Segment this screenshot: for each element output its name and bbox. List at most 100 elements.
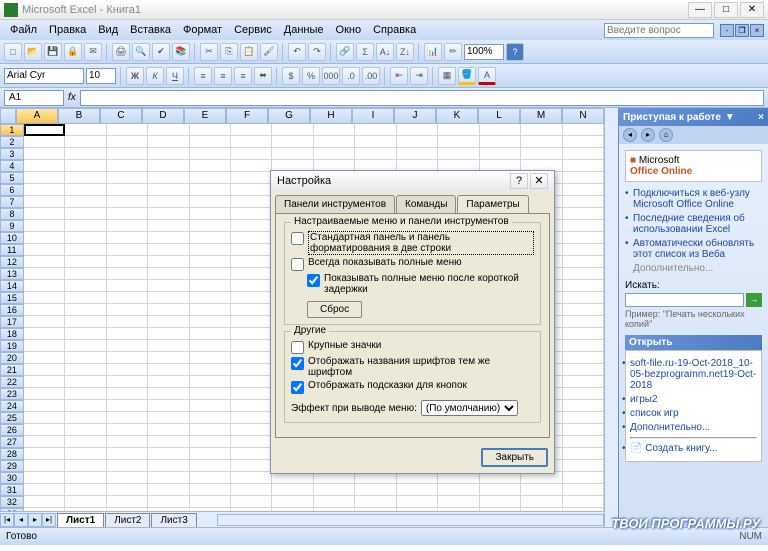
row-header[interactable]: 10 xyxy=(0,232,24,244)
cell[interactable] xyxy=(65,340,106,352)
cell[interactable] xyxy=(148,400,189,412)
menu-format[interactable]: Формат xyxy=(177,22,228,38)
recent-more[interactable]: Дополнительно... xyxy=(630,422,757,433)
cell[interactable] xyxy=(24,280,65,292)
inc-indent-icon[interactable]: ⇥ xyxy=(410,67,428,85)
row-header[interactable]: 21 xyxy=(0,364,24,376)
col-header-K[interactable]: K xyxy=(436,108,478,124)
cell[interactable] xyxy=(190,340,231,352)
name-box[interactable] xyxy=(4,90,64,106)
cell[interactable] xyxy=(563,352,604,364)
cell[interactable] xyxy=(107,424,148,436)
menu-data[interactable]: Данные xyxy=(278,22,330,38)
comma-icon[interactable]: 000 xyxy=(322,67,340,85)
cell[interactable] xyxy=(190,136,231,148)
cell[interactable] xyxy=(314,484,355,496)
fx-icon[interactable]: fx xyxy=(68,92,76,103)
cell[interactable] xyxy=(231,448,272,460)
cell[interactable] xyxy=(563,472,604,484)
cell[interactable] xyxy=(190,316,231,328)
cell[interactable] xyxy=(563,484,604,496)
chk-two-rows[interactable] xyxy=(291,232,304,245)
cell[interactable] xyxy=(24,424,65,436)
mail-icon[interactable]: ✉ xyxy=(84,43,102,61)
cell[interactable] xyxy=(190,424,231,436)
cell[interactable] xyxy=(107,388,148,400)
cell[interactable] xyxy=(65,460,106,472)
cell[interactable] xyxy=(563,388,604,400)
cell[interactable] xyxy=(480,124,521,136)
cell[interactable] xyxy=(24,472,65,484)
cell[interactable] xyxy=(65,280,106,292)
italic-icon[interactable]: К xyxy=(146,67,164,85)
cell[interactable] xyxy=(148,220,189,232)
row-header[interactable]: 17 xyxy=(0,316,24,328)
cell[interactable] xyxy=(107,484,148,496)
cell[interactable] xyxy=(107,268,148,280)
cell[interactable] xyxy=(190,460,231,472)
sheet-tab-2[interactable]: Лист2 xyxy=(105,513,150,527)
cell[interactable] xyxy=(148,424,189,436)
cell[interactable] xyxy=(107,316,148,328)
row-header[interactable]: 15 xyxy=(0,292,24,304)
row-header[interactable]: 6 xyxy=(0,184,24,196)
cell[interactable] xyxy=(65,304,106,316)
cell[interactable] xyxy=(148,292,189,304)
recent-file-3[interactable]: список игр xyxy=(630,408,757,419)
cell[interactable] xyxy=(107,280,148,292)
row-header[interactable]: 7 xyxy=(0,196,24,208)
cell[interactable] xyxy=(107,148,148,160)
cell[interactable] xyxy=(190,364,231,376)
cell[interactable] xyxy=(107,244,148,256)
cell[interactable] xyxy=(231,340,272,352)
reset-button[interactable]: Сброс xyxy=(307,301,362,318)
tab-options[interactable]: Параметры xyxy=(457,195,528,213)
cell[interactable] xyxy=(231,460,272,472)
dialog-close-ok-button[interactable]: Закрыть xyxy=(481,448,548,467)
cell[interactable] xyxy=(24,352,65,364)
cell[interactable] xyxy=(563,328,604,340)
cell[interactable] xyxy=(65,364,106,376)
cell[interactable] xyxy=(107,436,148,448)
cell[interactable] xyxy=(314,124,355,136)
cell[interactable] xyxy=(231,208,272,220)
cell[interactable] xyxy=(24,460,65,472)
cell[interactable] xyxy=(272,484,313,496)
cell[interactable] xyxy=(231,244,272,256)
cell[interactable] xyxy=(65,256,106,268)
cell[interactable] xyxy=(231,220,272,232)
cell[interactable] xyxy=(148,388,189,400)
row-header[interactable]: 32 xyxy=(0,496,24,508)
cell[interactable] xyxy=(480,148,521,160)
cell[interactable] xyxy=(231,472,272,484)
merge-icon[interactable]: ⬌ xyxy=(254,67,272,85)
row-header[interactable]: 23 xyxy=(0,388,24,400)
cell[interactable] xyxy=(24,208,65,220)
cell[interactable] xyxy=(24,160,65,172)
cell[interactable] xyxy=(65,160,106,172)
cell[interactable] xyxy=(563,424,604,436)
cell[interactable] xyxy=(24,172,65,184)
cell[interactable] xyxy=(24,244,65,256)
cell[interactable] xyxy=(480,136,521,148)
sheet-tab-1[interactable]: Лист1 xyxy=(57,513,104,527)
cell[interactable] xyxy=(65,208,106,220)
cell[interactable] xyxy=(438,484,479,496)
chk-font-names[interactable] xyxy=(291,357,304,370)
col-header-H[interactable]: H xyxy=(310,108,352,124)
cell[interactable] xyxy=(438,124,479,136)
dialog-close-button[interactable]: ✕ xyxy=(530,173,548,189)
cell[interactable] xyxy=(65,328,106,340)
cell[interactable] xyxy=(24,196,65,208)
cell[interactable] xyxy=(107,472,148,484)
cell[interactable] xyxy=(24,328,65,340)
cell[interactable] xyxy=(563,460,604,472)
chk-large-icons[interactable] xyxy=(291,341,304,354)
menu-insert[interactable]: Вставка xyxy=(124,22,177,38)
cell[interactable] xyxy=(107,208,148,220)
cell[interactable] xyxy=(65,400,106,412)
spell-icon[interactable]: ✔ xyxy=(152,43,170,61)
cell[interactable] xyxy=(65,424,106,436)
cell[interactable] xyxy=(148,136,189,148)
cell[interactable] xyxy=(563,340,604,352)
